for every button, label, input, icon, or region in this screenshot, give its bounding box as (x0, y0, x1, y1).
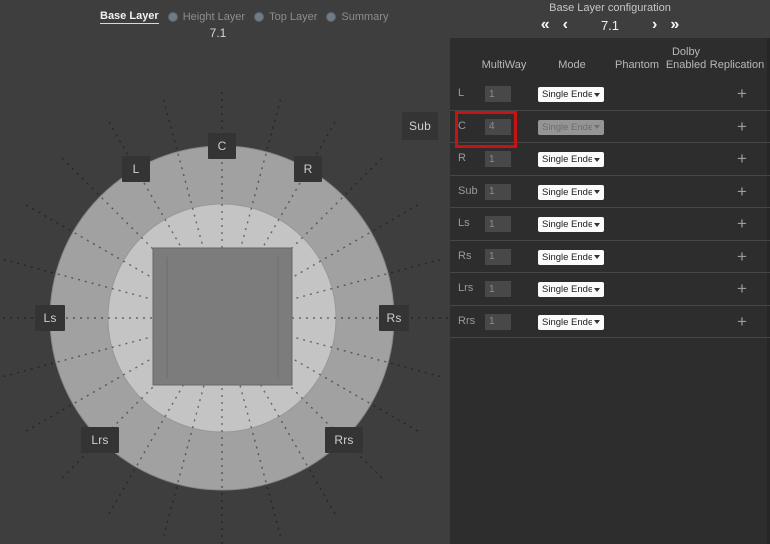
mode-select-value: Single Ended (542, 284, 592, 295)
multiway-input[interactable] (485, 119, 511, 135)
channel-label: Ls (458, 208, 470, 239)
replication-add-button[interactable]: + (725, 111, 759, 143)
mode-select-value: Single Ended (542, 154, 592, 165)
listening-area-square (153, 248, 292, 385)
tab-height-layer[interactable]: Height Layer (168, 11, 245, 23)
config-row-ls: Ls Single Ended + (450, 208, 770, 241)
nav-layout-value: 7.1 (581, 18, 639, 33)
speaker-label-rs[interactable]: Rs (379, 305, 409, 331)
mode-select-value: Single Ended (542, 89, 592, 100)
config-panel-header: Base Layer configuration « ‹ 7.1 › » (450, 0, 770, 38)
tab-top-layer-label: Top Layer (269, 11, 317, 23)
nav-first-button[interactable]: « (541, 15, 550, 35)
channel-config-table: MultiWay Mode Phantom Dolby Enabled Repl… (450, 38, 770, 544)
config-row-rs: Rs Single Ended + (450, 241, 770, 274)
mode-select[interactable]: Single Ended (538, 152, 604, 167)
nav-previous-button[interactable]: ‹ (563, 15, 568, 35)
chevron-down-icon (594, 158, 600, 162)
channel-label: Rrs (458, 306, 475, 337)
mode-select[interactable]: Single Ended (538, 87, 604, 102)
mode-select-value: Single Ended (542, 317, 592, 328)
mode-select-value: Single Ended (542, 252, 592, 263)
multiway-input[interactable] (485, 249, 511, 265)
speaker-layout-diagram (0, 0, 450, 544)
multiway-input[interactable] (485, 86, 511, 102)
config-row-sub: Sub Single Ended + (450, 176, 770, 209)
radio-icon (254, 12, 264, 22)
channel-label: L (458, 78, 464, 109)
mode-select-value: Single Ended (542, 122, 592, 133)
tab-summary[interactable]: Summary (326, 11, 388, 23)
config-panel-title: Base Layer configuration (450, 2, 770, 14)
chevron-down-icon (594, 320, 600, 324)
multiway-input[interactable] (485, 314, 511, 330)
multiway-input[interactable] (485, 216, 511, 232)
mode-select-disabled: Single Ended (538, 120, 604, 135)
mode-select-value: Single Ended (542, 219, 592, 230)
column-header-dolby-enabled: Dolby Enabled (661, 46, 711, 72)
replication-add-button[interactable]: + (725, 241, 759, 273)
chevron-down-icon (594, 223, 600, 227)
speaker-layout-panel: C L R Ls Rs Lrs Rrs Sub Base Layer Heigh… (0, 0, 450, 544)
config-row-rrs: Rrs Single Ended + (450, 306, 770, 339)
mode-select[interactable]: Single Ended (538, 217, 604, 232)
replication-add-button[interactable]: + (725, 273, 759, 305)
config-row-r: R Single Ended + (450, 143, 770, 176)
channel-label: Lrs (458, 273, 473, 304)
radio-icon (168, 12, 178, 22)
config-row-l: L Single Ended + (450, 78, 770, 111)
speaker-label-ls[interactable]: Ls (35, 305, 65, 331)
chevron-down-icon (594, 255, 600, 259)
speaker-label-l[interactable]: L (122, 156, 150, 182)
chevron-down-icon (594, 125, 600, 129)
mode-select[interactable]: Single Ended (538, 315, 604, 330)
replication-add-button[interactable]: + (725, 208, 759, 240)
mode-select[interactable]: Single Ended (538, 282, 604, 297)
replication-add-button[interactable]: + (725, 78, 759, 110)
speaker-label-lrs[interactable]: Lrs (81, 427, 119, 453)
tab-top-layer[interactable]: Top Layer (254, 11, 317, 23)
channel-label: R (458, 143, 466, 174)
layer-tab-bar: Base Layer Height Layer Top Layer Summar… (100, 10, 388, 24)
selected-layout-value: 7.1 (198, 26, 238, 40)
tab-base-layer[interactable]: Base Layer (100, 10, 159, 24)
column-header-replication: Replication (707, 59, 767, 72)
speaker-label-c[interactable]: C (208, 133, 236, 159)
channel-label: Sub (458, 176, 478, 207)
replication-add-button[interactable]: + (725, 176, 759, 208)
tab-height-layer-label: Height Layer (183, 11, 245, 23)
mode-select[interactable]: Single Ended (538, 185, 604, 200)
multiway-input[interactable] (485, 281, 511, 297)
speaker-label-rrs[interactable]: Rrs (325, 427, 363, 453)
speaker-label-sub[interactable]: Sub (402, 112, 438, 140)
table-column-headers: MultiWay Mode Phantom Dolby Enabled Repl… (450, 38, 770, 78)
channel-label: Rs (458, 241, 471, 272)
table-rows: L Single Ended + C Single Ended + R (450, 78, 770, 338)
replication-add-button[interactable]: + (725, 306, 759, 338)
column-header-mode: Mode (542, 59, 602, 72)
column-header-multiway: MultiWay (470, 59, 538, 72)
config-row-lrs: Lrs Single Ended + (450, 273, 770, 306)
mode-select-value: Single Ended (542, 187, 592, 198)
radio-icon (326, 12, 336, 22)
chevron-down-icon (594, 190, 600, 194)
nav-next-button[interactable]: › (652, 15, 657, 35)
mode-select[interactable]: Single Ended (538, 250, 604, 265)
speaker-label-r[interactable]: R (294, 156, 322, 182)
tab-summary-label: Summary (341, 11, 388, 23)
multiway-input[interactable] (485, 151, 511, 167)
column-header-phantom: Phantom (607, 59, 667, 72)
nav-last-button[interactable]: » (670, 15, 679, 35)
chevron-down-icon (594, 93, 600, 97)
channel-label: C (458, 111, 466, 142)
multiway-input[interactable] (485, 184, 511, 200)
config-panel: Base Layer configuration « ‹ 7.1 › » Mul… (450, 0, 770, 544)
replication-add-button[interactable]: + (725, 143, 759, 175)
layout-navigation: « ‹ 7.1 › » (450, 14, 770, 36)
config-row-c: C Single Ended + (450, 111, 770, 144)
chevron-down-icon (594, 288, 600, 292)
